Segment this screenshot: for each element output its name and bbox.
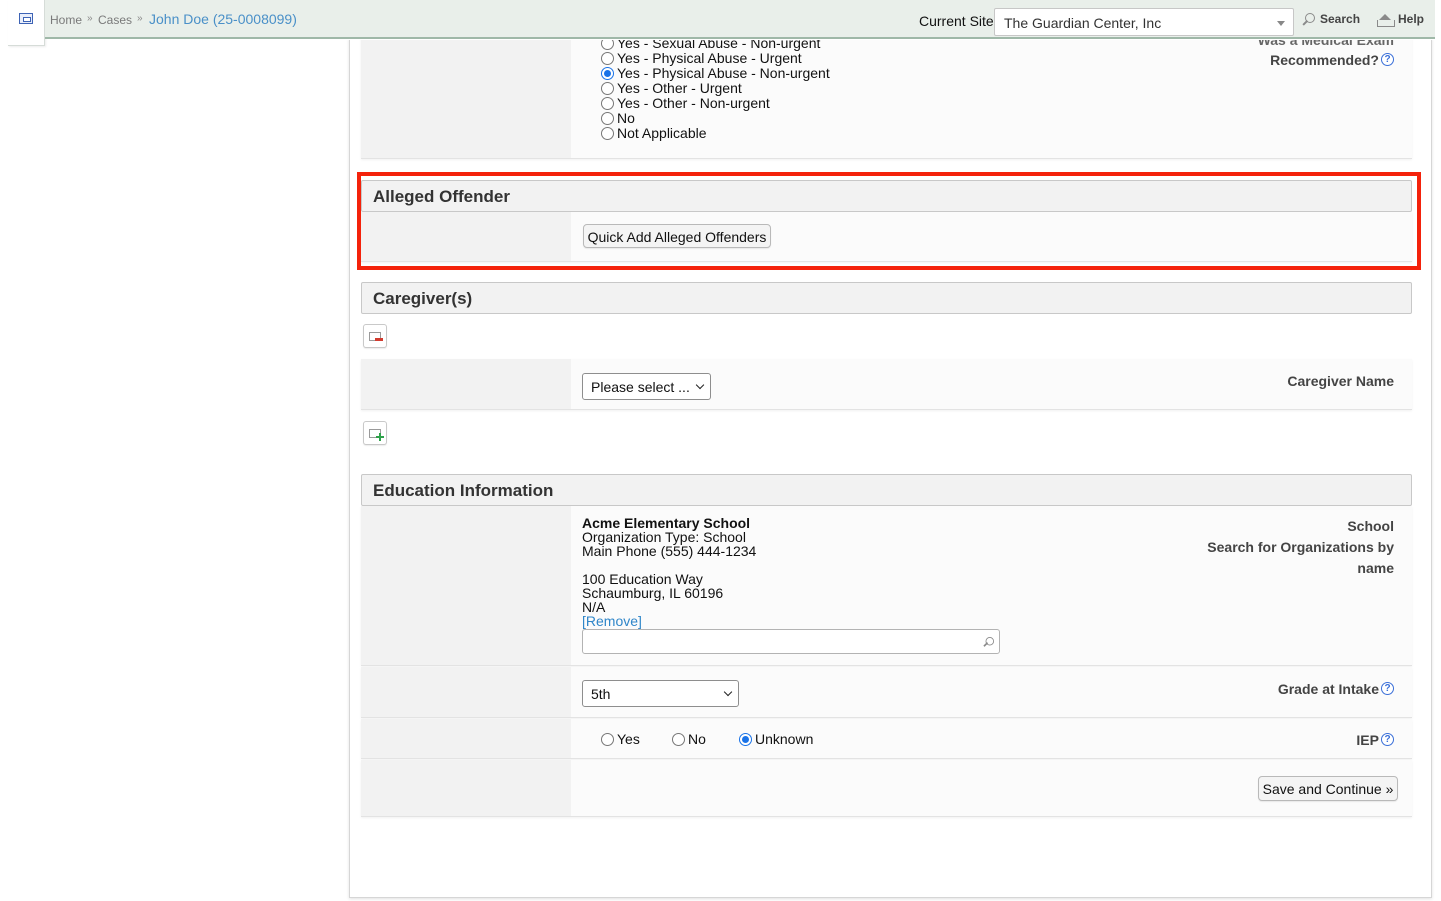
radio-option-label: Yes - Other - Urgent — [617, 80, 742, 96]
radio-button-selected[interactable] — [601, 67, 614, 80]
save-and-continue-button[interactable]: Save and Continue » — [1258, 776, 1398, 801]
label-cell — [361, 667, 571, 717]
radio-button[interactable] — [601, 82, 614, 95]
label-cell — [361, 719, 571, 758]
grade-select-value: 5th — [591, 686, 611, 702]
help-button[interactable]: Help — [1377, 12, 1425, 27]
breadcrumb-home[interactable]: Home — [50, 13, 82, 27]
caregiver-name-select[interactable]: Please select ... — [582, 373, 711, 400]
top-bar: Home » Cases » John Doe (25-0008099) Cur… — [0, 0, 1441, 46]
current-site-label: Current Site — [919, 13, 994, 29]
label-cell — [361, 359, 571, 409]
medical-exam-label: Recommended?? — [1202, 50, 1412, 71]
radio-button-selected[interactable] — [739, 733, 752, 746]
app-grid-icon — [19, 13, 33, 24]
radio-option-label: Unknown — [755, 731, 814, 747]
radio-option-label: No — [688, 731, 706, 747]
school-sublabel: name — [1357, 560, 1394, 576]
app-menu-button[interactable] — [8, 0, 45, 46]
radio-option[interactable]: No — [601, 110, 635, 126]
label-cell — [361, 506, 571, 665]
search-icon[interactable] — [983, 636, 995, 648]
radio-button[interactable] — [601, 97, 614, 110]
help-label: Help — [1398, 12, 1425, 26]
help-question-icon[interactable]: ? — [1381, 53, 1394, 66]
radio-button[interactable] — [601, 52, 614, 65]
iep-label-text: IEP — [1356, 732, 1379, 748]
organization-search-input[interactable] — [582, 629, 1000, 654]
medical-exam-row: Was a Medical Exam Recommended?? Yes - S… — [361, 38, 1412, 159]
address-line-1: 100 Education Way — [582, 571, 703, 587]
radio-option[interactable]: Yes - Physical Abuse - Non-urgent — [601, 65, 830, 81]
school-label: School — [1347, 518, 1394, 534]
alleged-offender-row: Quick Add Alleged Offenders — [361, 212, 1412, 262]
remove-caregiver-button[interactable] — [363, 324, 387, 348]
radio-option-label: Yes - Physical Abuse - Non-urgent — [617, 65, 830, 81]
form-actions-row: Save and Continue » — [361, 760, 1412, 817]
radio-option[interactable]: Yes - Other - Urgent — [601, 80, 742, 96]
radio-button[interactable] — [601, 127, 614, 140]
main-phone: Main Phone (555) 444-1234 — [582, 543, 757, 559]
help-icon — [1377, 13, 1395, 27]
caregiver-name-label: Caregiver Name — [1287, 373, 1394, 389]
address-line-3: N/A — [582, 599, 606, 615]
quick-add-alleged-offenders-button[interactable]: Quick Add Alleged Offenders — [583, 224, 771, 248]
school-row: School Search for Organizations by name … — [361, 506, 1412, 666]
grade-label-text: Grade at Intake — [1277, 681, 1379, 697]
radio-option-label: Yes - Physical Abuse - Urgent — [617, 50, 802, 66]
grade-select[interactable]: 5th — [582, 680, 739, 707]
label-cell — [361, 38, 571, 158]
radio-button[interactable] — [601, 733, 614, 746]
case-form-panel: Was a Medical Exam Recommended?? Yes - S… — [349, 38, 1432, 898]
iep-row: IEP? Yes No Unknown — [361, 719, 1412, 759]
breadcrumb-cases[interactable]: Cases — [98, 13, 132, 27]
radio-option-label: Yes — [617, 731, 640, 747]
add-icon — [379, 433, 381, 441]
org-type: Organization Type: School — [582, 529, 746, 545]
chevron-down-icon — [723, 687, 733, 697]
alleged-offender-heading: Alleged Offender — [361, 180, 1412, 212]
school-name: Acme Elementary School — [582, 515, 751, 531]
iep-label: IEP? — [1202, 730, 1412, 751]
radio-option[interactable]: Not Applicable — [601, 125, 707, 141]
caregiver-select-value: Please select ... — [591, 379, 690, 395]
iep-option-unknown[interactable]: Unknown — [739, 731, 813, 747]
medical-exam-label-text: Recommended? — [1270, 52, 1379, 68]
remove-icon — [375, 338, 383, 341]
education-info-heading: Education Information — [361, 474, 1412, 506]
current-site-select[interactable]: The Guardian Center, Inc — [994, 8, 1294, 36]
grade-label: Grade at Intake? — [1202, 679, 1412, 700]
radio-option[interactable]: Yes - Other - Non-urgent — [601, 95, 770, 111]
current-site-value: The Guardian Center, Inc — [1004, 15, 1162, 31]
search-button[interactable]: Search — [1302, 12, 1360, 26]
caregiver-name-row: Caregiver Name Please select ... — [361, 359, 1412, 410]
radio-option[interactable]: Yes - Physical Abuse - Urgent — [601, 50, 802, 66]
add-caregiver-button[interactable] — [363, 421, 387, 445]
label-cell — [361, 760, 571, 816]
remove-school-link[interactable]: [Remove] — [582, 614, 642, 628]
address-line-2: Schaumburg, IL 60196 — [582, 585, 724, 601]
grade-row: Grade at Intake? 5th — [361, 667, 1412, 718]
radio-button[interactable] — [672, 733, 685, 746]
search-icon — [1302, 13, 1315, 26]
radio-option-label: No — [617, 110, 635, 126]
chevron-down-icon — [695, 380, 705, 390]
chevron-down-icon — [1277, 21, 1285, 26]
radio-option-label: Not Applicable — [617, 125, 707, 141]
radio-option-label: Yes - Other - Non-urgent — [617, 95, 770, 111]
iep-option-yes[interactable]: Yes — [601, 731, 640, 747]
iep-option-no[interactable]: No — [672, 731, 706, 747]
label-cell — [361, 212, 571, 261]
breadcrumb-current-case[interactable]: John Doe (25-0008099) — [149, 11, 297, 27]
caregivers-heading: Caregiver(s) — [361, 282, 1412, 314]
search-label: Search — [1320, 12, 1361, 26]
breadcrumb-separator: » — [137, 13, 143, 24]
help-question-icon[interactable]: ? — [1381, 733, 1394, 746]
help-question-icon[interactable]: ? — [1381, 682, 1394, 695]
radio-button[interactable] — [601, 112, 614, 125]
school-sublabel: Search for Organizations by — [1207, 539, 1394, 555]
breadcrumb-separator: » — [87, 13, 93, 24]
